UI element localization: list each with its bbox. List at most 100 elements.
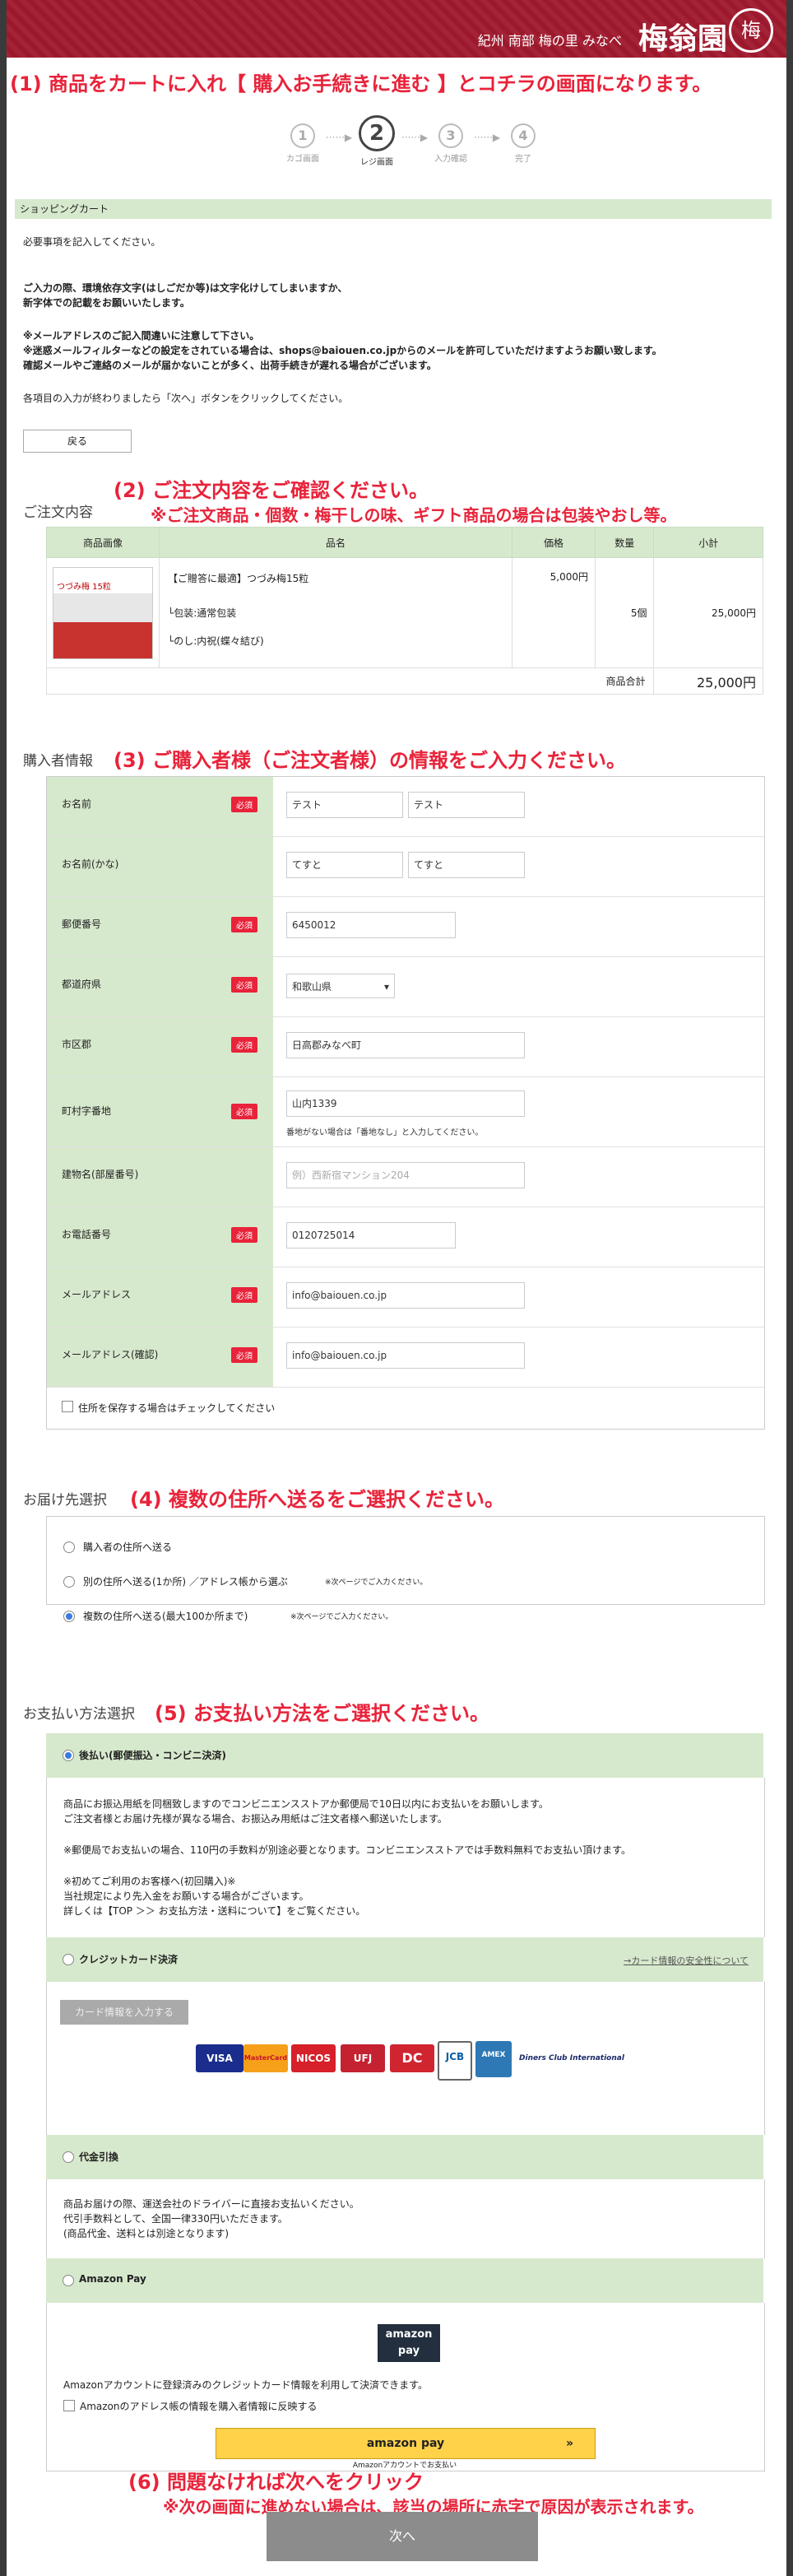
instruction-text: 各項目の入力が終わりましたら「次へ」ボタンをクリックしてください。	[23, 393, 349, 404]
field-label-text: 建物名(部屋番号)	[62, 1169, 139, 1180]
double-chevron-icon: »	[565, 2437, 573, 2450]
address-note: 番地がない場合は「番地なし」と入力してください。	[286, 1128, 484, 1137]
field-label: お名前(かな)	[47, 837, 273, 896]
payment-radio-credit[interactable]	[63, 1954, 74, 1965]
payment-radio-deferred[interactable]	[63, 1750, 74, 1761]
enter-card-button[interactable]: カード情報を入力する	[60, 2000, 188, 2025]
payment-section-title: お支払い方法選択	[23, 1706, 135, 1723]
step-arrow-icon: ······▶	[474, 132, 501, 143]
delivery-option-label: 購入者の住所へ送る	[83, 1541, 173, 1553]
product-image-cell: つづみ梅 15粒	[46, 557, 160, 668]
shopping-cart-bar: ショッピングカート	[15, 199, 772, 219]
last-name-input[interactable]: テスト	[286, 792, 403, 818]
field-cell: 0120725014	[273, 1207, 764, 1267]
product-image[interactable]: つづみ梅 15粒	[53, 566, 153, 659]
site-header: 紀州 南部 梅の里 みなべ 梅翁園 梅	[7, 0, 786, 58]
field-label-text: 市区郡	[62, 1039, 92, 1050]
step-label: 完了	[515, 155, 531, 164]
step-label: レジ画面	[360, 158, 393, 167]
payment-option-deferred[interactable]: 後払い(郵便振込・コンビニ決済)	[46, 1733, 763, 1778]
save-address-checkbox[interactable]	[62, 1401, 73, 1412]
column-header: 商品画像	[46, 527, 160, 558]
annotation-1: (1) 商品をカートに入れ【 購入お手続きに進む 】とコチラの画面になります。	[10, 72, 712, 95]
order-table: 商品画像 品名 価格 数量 小計 つづみ梅 15粒 【ご贈答に最適】つづみ梅15…	[45, 527, 763, 695]
product-option: └包装:通常包装	[168, 607, 237, 619]
payment-option-credit[interactable]: クレジットカード決済 →カード情報の安全性について	[46, 1937, 763, 1982]
instruction-text: ※メールアドレスのご記入間違いに注意して下さい。	[23, 330, 260, 342]
field-label-text: お電話番号	[62, 1229, 112, 1240]
buyer-section-title: 購入者情報	[23, 753, 93, 770]
email-input[interactable]: info@baiouen.co.jp	[286, 1282, 525, 1309]
field-label: 都道府県 必須	[47, 957, 273, 1016]
required-badge: 必須	[231, 1287, 257, 1303]
field-label: メールアドレス(確認) 必須	[47, 1328, 273, 1387]
field-row-city: 市区郡 必須 日高郡みなべ町	[47, 1017, 764, 1077]
payment-option-amazon[interactable]: Amazon Pay	[46, 2258, 763, 2303]
annotation-2-note: ※ご注文商品・個数・梅干しの味、ギフト商品の場合は包装やおし等。	[151, 505, 677, 525]
delivery-radio-buyer[interactable]	[63, 1541, 75, 1553]
last-name-kana-input[interactable]: てすと	[286, 852, 403, 878]
email-confirm-input[interactable]: info@baiouen.co.jp	[286, 1342, 525, 1369]
subtotal-cell: 25,000円	[653, 557, 763, 668]
first-name-input[interactable]: テスト	[408, 792, 525, 818]
field-cell: 例）西新宿マンション204	[273, 1147, 764, 1207]
next-button[interactable]: 次へ	[267, 2512, 538, 2561]
field-row-building: 建物名(部屋番号) 例）西新宿マンション204	[47, 1147, 764, 1207]
total-row: 商品合計 25,000円	[45, 667, 763, 695]
payment-option-label: 後払い(郵便振込・コンビニ決済)	[79, 1750, 226, 1761]
ufj-icon: UFJ	[341, 2044, 385, 2072]
delivery-section-title: お届け先選択	[23, 1492, 107, 1509]
product-name[interactable]: 【ご贈答に最適】つづみ梅15粒	[168, 570, 503, 588]
payment-option-cod[interactable]: 代金引換	[46, 2135, 763, 2179]
prefecture-select[interactable]: 和歌山県 ▾	[286, 974, 395, 998]
field-label: お電話番号 必須	[47, 1207, 273, 1267]
card-security-link[interactable]: →カード情報の安全性について	[624, 1954, 749, 1967]
column-header: 数量	[595, 527, 655, 558]
instruction-text: ご入力の際、環境依存文字(はしごだか等)は文字化けしてしまいますか、	[23, 282, 348, 294]
field-label-text: お名前	[62, 798, 92, 810]
amazon-address-checkbox[interactable]	[63, 2400, 75, 2411]
annotation-3: (3) ご購入者様（ご注文者様）の情報をご入力ください。	[114, 749, 626, 772]
amazon-pay-button[interactable]: amazon pay »	[216, 2428, 596, 2459]
dc-icon: DC	[390, 2044, 434, 2072]
step-2: 2 レジ画面	[352, 115, 401, 167]
total-label: 商品合計	[45, 667, 655, 695]
payment-radio-amazon[interactable]	[63, 2275, 74, 2286]
phone-input[interactable]: 0120725014	[286, 1222, 456, 1248]
back-button[interactable]: 戻る	[23, 430, 132, 453]
step-3: 3 入力確認	[426, 123, 475, 164]
field-cell: 6450012	[273, 897, 764, 956]
delivery-option-label: 別の住所へ送る(1か所) ／アドレス帳から選ぶ	[83, 1576, 288, 1588]
field-cell: てすと てすと	[273, 837, 764, 896]
amazon-pay-logo: amazon pay	[378, 2324, 440, 2362]
field-label-text: メールアドレス(確認)	[62, 1349, 159, 1360]
header-tagline: 紀州 南部 梅の里 みなべ	[477, 33, 622, 49]
payment-text: ※初めてご利用のお客様へ(初回購入)※	[63, 1876, 236, 1887]
required-badge: 必須	[231, 917, 257, 932]
field-cell: 山内1339 番地がない場合は「番地なし」と入力してください。	[273, 1077, 764, 1146]
column-header: 価格	[511, 527, 596, 558]
order-section-title: ご注文内容	[23, 505, 93, 521]
quantity-cell: 5個	[595, 557, 655, 668]
payment-radio-cod[interactable]	[63, 2151, 74, 2163]
delivery-radio-multiple[interactable]	[63, 1611, 75, 1622]
field-row-prefecture: 都道府県 必須 和歌山県 ▾	[47, 957, 764, 1017]
field-label: 建物名(部屋番号)	[47, 1147, 273, 1207]
mastercard-icon: MasterCard	[243, 2044, 288, 2072]
building-input[interactable]: 例）西新宿マンション204	[286, 1162, 525, 1188]
payment-text: ご注文者様とお届け先様が異なる場合、お振込み用紙はご注文者様へ郵送いたします。	[63, 1813, 448, 1825]
city-input[interactable]: 日高郡みなべ町	[286, 1032, 525, 1058]
payment-option-label: クレジットカード決済	[79, 1954, 179, 1965]
street-address-input[interactable]: 山内1339	[286, 1090, 525, 1117]
site-logo[interactable]: 梅翁園	[638, 15, 727, 58]
zip-input[interactable]: 6450012	[286, 912, 456, 938]
field-cell: 日高郡みなべ町	[273, 1017, 764, 1076]
annotation-5: (5) お支払い方法をご選択ください。	[155, 1702, 489, 1725]
annotation-4: (4) 複数の住所へ送るをご選択ください。	[130, 1488, 504, 1511]
field-label-text: 町村字番地	[62, 1105, 112, 1117]
column-header: 小計	[653, 527, 763, 558]
delivery-radio-other[interactable]	[63, 1576, 75, 1588]
first-name-kana-input[interactable]: てすと	[408, 852, 525, 878]
field-row-email: メールアドレス 必須 info@baiouen.co.jp	[47, 1267, 764, 1328]
delivery-option-label: 複数の住所へ送る(最大100か所まで)	[83, 1611, 248, 1622]
